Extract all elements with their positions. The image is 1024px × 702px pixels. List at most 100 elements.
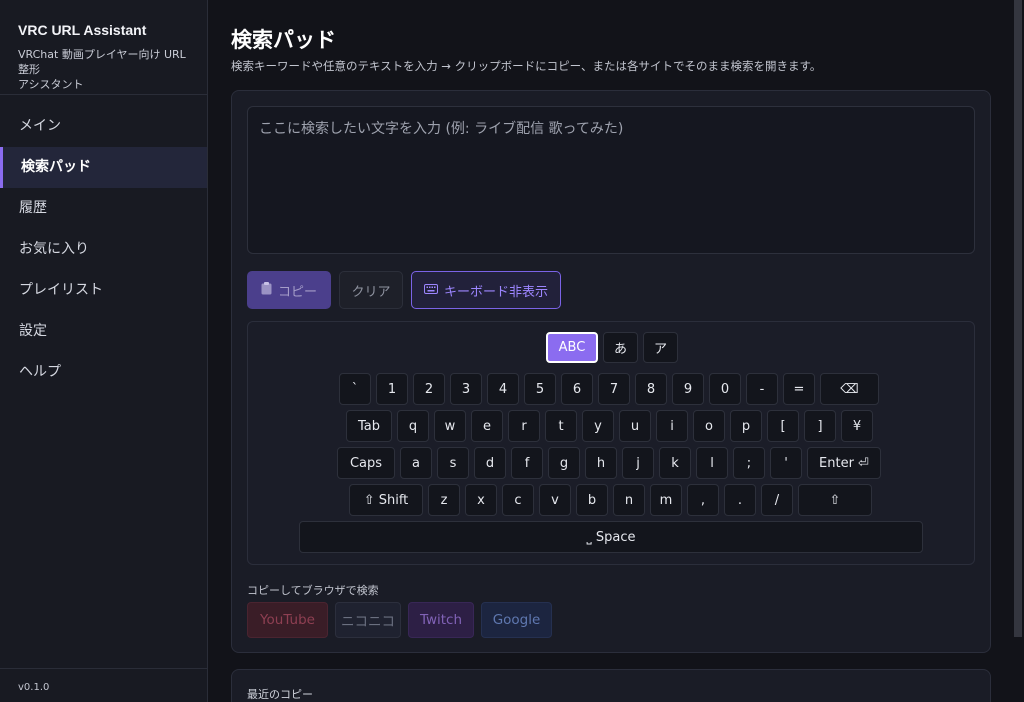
sidebar-item-history[interactable]: 履歴 <box>0 188 207 229</box>
action-buttons: コピー クリア キーボード非表示 <box>247 271 561 309</box>
keyboard-row-home: Caps a s d f g h j k l ; ' Enter ⏎ <box>337 447 881 479</box>
key-0[interactable]: 0 <box>709 373 741 405</box>
key-right-bracket[interactable]: ] <box>804 410 836 442</box>
keyboard-toggle-button[interactable]: キーボード非表示 <box>411 271 561 309</box>
key-5[interactable]: 5 <box>524 373 556 405</box>
keyboard-toggle-label: キーボード非表示 <box>443 284 548 300</box>
recent-copies-card: 最近のコピー <box>231 669 991 702</box>
key-caps[interactable]: Caps <box>337 447 395 479</box>
key-2[interactable]: 2 <box>413 373 445 405</box>
key-a[interactable]: a <box>400 447 432 479</box>
key-b[interactable]: b <box>576 484 608 516</box>
app-subtitle-line2: アシスタント <box>18 78 84 91</box>
key-1[interactable]: 1 <box>376 373 408 405</box>
copy-button[interactable]: コピー <box>247 271 331 309</box>
sidebar: VRC URL Assistant VRChat 動画プレイヤー向け URL 整… <box>0 0 208 702</box>
clear-button[interactable]: クリア <box>339 271 403 309</box>
key-o[interactable]: o <box>693 410 725 442</box>
key-8[interactable]: 8 <box>635 373 667 405</box>
key-p[interactable]: p <box>730 410 762 442</box>
key-s[interactable]: s <box>437 447 469 479</box>
key-backtick[interactable]: ` <box>339 373 371 405</box>
key-space[interactable]: ⎵ Space <box>299 521 923 553</box>
key-shift-right[interactable]: ⇧ <box>798 484 872 516</box>
sidebar-nav: メイン 検索パッド 履歴 お気に入り プレイリスト 設定 ヘルプ <box>0 106 207 393</box>
key-j[interactable]: j <box>622 447 654 479</box>
key-x[interactable]: x <box>465 484 497 516</box>
keyboard-row-bottom: ⇧ Shift z x c v b n m , . / ⇧ <box>349 484 872 516</box>
youtube-search-button[interactable]: YouTube <box>247 602 328 638</box>
sidebar-item-help[interactable]: ヘルプ <box>0 352 207 393</box>
app-subtitle-line1: VRChat 動画プレイヤー向け URL 整形 <box>18 48 186 76</box>
key-period[interactable]: . <box>724 484 756 516</box>
key-t[interactable]: t <box>545 410 577 442</box>
key-q[interactable]: q <box>397 410 429 442</box>
key-i[interactable]: i <box>656 410 688 442</box>
key-6[interactable]: 6 <box>561 373 593 405</box>
key-minus[interactable]: - <box>746 373 778 405</box>
sidebar-item-main[interactable]: メイン <box>0 106 207 147</box>
brand: VRC URL Assistant VRChat 動画プレイヤー向け URL 整… <box>0 0 207 95</box>
clipboard-icon <box>261 281 272 299</box>
key-v[interactable]: v <box>539 484 571 516</box>
search-section-label: コピーしてブラウザで検索 <box>247 584 379 597</box>
key-7[interactable]: 7 <box>598 373 630 405</box>
key-h[interactable]: h <box>585 447 617 479</box>
keyboard-mode-selector: ABC あ ア <box>546 332 678 363</box>
key-m[interactable]: m <box>650 484 682 516</box>
search-pad-card: コピー クリア キーボード非表示 ABC あ ア ` 1 2 3 4 <box>231 90 991 653</box>
scrollbar-thumb[interactable] <box>1014 0 1022 637</box>
key-k[interactable]: k <box>659 447 691 479</box>
key-g[interactable]: g <box>548 447 580 479</box>
niconico-search-button[interactable]: ニコニコ <box>335 602 401 638</box>
key-3[interactable]: 3 <box>450 373 482 405</box>
page-title: 検索パッド <box>231 28 336 52</box>
page-description: 検索キーワードや任意のテキストを入力 → クリップボードにコピー、または各サイト… <box>231 59 822 73</box>
key-equals[interactable]: = <box>783 373 815 405</box>
key-comma[interactable]: , <box>687 484 719 516</box>
key-z[interactable]: z <box>428 484 460 516</box>
key-u[interactable]: u <box>619 410 651 442</box>
app-title: VRC URL Assistant <box>18 22 147 38</box>
virtual-keyboard: ABC あ ア ` 1 2 3 4 5 6 7 8 9 0 - = ⌫ Tab … <box>247 321 975 565</box>
key-f[interactable]: f <box>511 447 543 479</box>
key-quote[interactable]: ' <box>770 447 802 479</box>
key-y[interactable]: y <box>582 410 614 442</box>
keyboard-row-numbers: ` 1 2 3 4 5 6 7 8 9 0 - = ⌫ <box>339 373 879 405</box>
copy-button-label: コピー <box>277 284 317 300</box>
main-content: 検索パッド 検索キーワードや任意のテキストを入力 → クリップボードにコピー、ま… <box>208 0 1012 702</box>
key-e[interactable]: e <box>471 410 503 442</box>
twitch-search-button[interactable]: Twitch <box>408 602 474 638</box>
sidebar-item-playlist[interactable]: プレイリスト <box>0 270 207 311</box>
key-yen[interactable]: ¥ <box>841 410 873 442</box>
key-tab[interactable]: Tab <box>346 410 392 442</box>
search-input[interactable] <box>247 106 975 254</box>
sidebar-item-favorites[interactable]: お気に入り <box>0 229 207 270</box>
key-n[interactable]: n <box>613 484 645 516</box>
key-r[interactable]: r <box>508 410 540 442</box>
sidebar-item-settings[interactable]: 設定 <box>0 311 207 352</box>
key-semicolon[interactable]: ; <box>733 447 765 479</box>
key-c[interactable]: c <box>502 484 534 516</box>
key-l[interactable]: l <box>696 447 728 479</box>
key-shift-left[interactable]: ⇧ Shift <box>349 484 423 516</box>
version-label: v0.1.0 <box>0 668 207 702</box>
key-enter[interactable]: Enter ⏎ <box>807 447 881 479</box>
mode-katakana-button[interactable]: ア <box>643 332 678 363</box>
key-left-bracket[interactable]: [ <box>767 410 799 442</box>
key-w[interactable]: w <box>434 410 466 442</box>
keyboard-row-space: ⎵ Space <box>299 521 923 553</box>
main-scrollbar[interactable] <box>1012 0 1024 702</box>
key-9[interactable]: 9 <box>672 373 704 405</box>
sidebar-item-search-pad[interactable]: 検索パッド <box>0 147 207 188</box>
google-search-button[interactable]: Google <box>481 602 552 638</box>
key-slash[interactable]: / <box>761 484 793 516</box>
recent-copies-label: 最近のコピー <box>247 688 313 701</box>
key-d[interactable]: d <box>474 447 506 479</box>
mode-abc-button[interactable]: ABC <box>546 332 598 363</box>
keyboard-row-qwerty: Tab q w e r t y u i o p [ ] ¥ <box>346 410 873 442</box>
app-subtitle: VRChat 動画プレイヤー向け URL 整形 アシスタント <box>18 47 189 92</box>
key-4[interactable]: 4 <box>487 373 519 405</box>
key-backspace[interactable]: ⌫ <box>820 373 879 405</box>
mode-hiragana-button[interactable]: あ <box>603 332 638 363</box>
